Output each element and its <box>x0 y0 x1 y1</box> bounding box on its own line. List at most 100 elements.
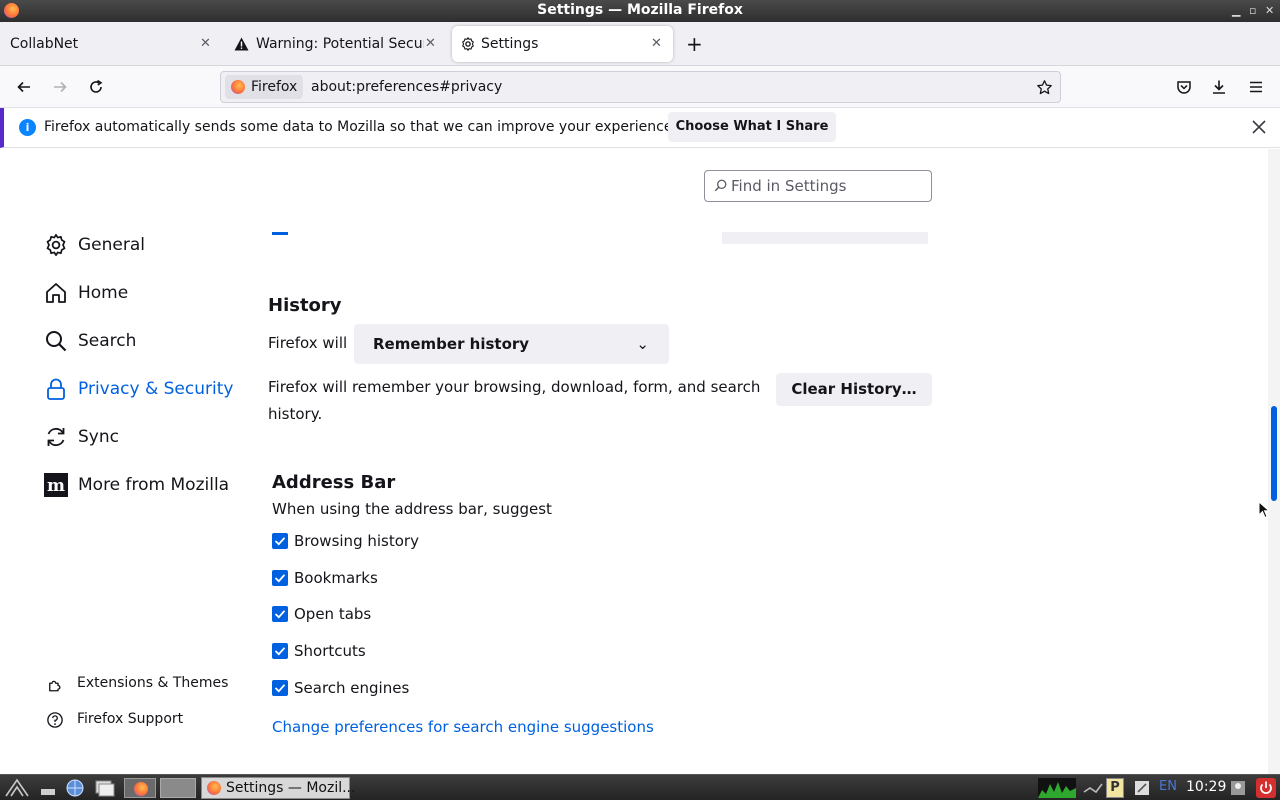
identity-box[interactable]: Firefox <box>225 75 304 99</box>
notes-icon[interactable] <box>1132 778 1152 798</box>
firefox-will-label: Firefox will <box>268 334 348 352</box>
notification-message: Firefox automatically sends some data to… <box>44 119 677 135</box>
system-taskbar: Settings — Mozil... P EN 10:29 <box>0 774 1280 800</box>
power-icon[interactable] <box>1256 778 1276 798</box>
menu-icon[interactable] <box>1244 75 1268 99</box>
search-placeholder: Find in Settings <box>731 177 847 195</box>
close-window-icon[interactable]: ✕ <box>1265 0 1274 21</box>
firefox-logo-icon <box>231 80 245 94</box>
close-icon[interactable] <box>1248 116 1270 138</box>
maximize-icon[interactable]: ▫ <box>1249 0 1256 21</box>
gear-icon <box>46 233 66 257</box>
sidebar-item-label: General <box>78 235 145 255</box>
notification-bar: i Firefox automatically sends some data … <box>0 108 1280 148</box>
divider <box>272 232 288 235</box>
window-titlebar: Settings — Mozilla Firefox ▁ ▫ ✕ <box>0 0 1280 22</box>
history-description: Firefox will remember your browsing, dow… <box>268 378 761 423</box>
firefox-logo-icon <box>134 782 148 796</box>
search-icon <box>714 179 727 192</box>
identity-label: Firefox <box>251 79 298 95</box>
search-icon <box>46 331 67 352</box>
taskbar-firefox-launcher[interactable] <box>124 778 156 798</box>
address-bar-subtitle: When using the address bar, suggest <box>272 500 552 518</box>
search-suggestions-link[interactable]: Change preferences for search engine sug… <box>272 718 654 736</box>
taskbar-workspace[interactable] <box>160 778 196 798</box>
sidebar-item-label: More from Mozilla <box>78 475 230 495</box>
pocket-icon[interactable] <box>1172 75 1196 99</box>
taskbar-window-item[interactable]: Settings — Mozil... <box>201 777 355 799</box>
tab-label: Warning: Potential Securi <box>256 36 424 52</box>
forward-icon[interactable] <box>48 75 72 99</box>
content-scrollbar[interactable] <box>1268 149 1280 774</box>
network-icon[interactable] <box>1080 778 1106 798</box>
reload-icon[interactable] <box>84 75 108 99</box>
gear-icon <box>462 37 474 51</box>
checkbox-checked-icon <box>272 606 288 622</box>
new-tab-icon[interactable]: + <box>686 32 703 56</box>
downloads-icon[interactable] <box>1207 75 1231 99</box>
checkbox-label: Browsing history <box>294 532 419 550</box>
history-mode-select[interactable]: Remember history ⌄ <box>354 324 669 364</box>
url-bar[interactable]: Firefox about:preferences#privacy <box>220 71 1061 103</box>
choose-what-i-share-button[interactable]: Choose What I Share <box>668 112 836 142</box>
divider <box>722 232 928 244</box>
home-icon <box>46 283 66 303</box>
checkbox-label: Shortcuts <box>294 642 366 660</box>
tab-label: CollabNet <box>10 36 79 52</box>
find-in-settings-input[interactable]: Find in Settings <box>704 170 932 202</box>
checkbox-label: Search engines <box>294 679 410 697</box>
cpu-monitor-icon <box>1038 778 1076 798</box>
tab-collabnet[interactable]: CollabNet ✕ <box>0 22 224 66</box>
window-title: Settings — Mozilla Firefox <box>537 2 743 18</box>
firefox-logo-icon <box>4 3 19 18</box>
close-tab-icon[interactable]: ✕ <box>651 26 662 62</box>
puzzle-icon <box>49 680 61 692</box>
close-tab-icon[interactable]: ✕ <box>200 22 211 66</box>
checkbox-checked-icon <box>272 533 288 549</box>
sidebar-item-label: Sync <box>78 427 119 447</box>
taskbar-window-label: Settings — Mozil... <box>226 780 356 796</box>
tab-warning[interactable]: Warning: Potential Securi ✕ <box>225 22 449 66</box>
globe-icon[interactable] <box>64 778 86 798</box>
mouse-cursor-icon <box>1258 501 1270 519</box>
lock-icon <box>47 378 65 400</box>
file-manager-icon[interactable] <box>94 778 116 798</box>
keyboard-layout-indicator[interactable]: EN <box>1159 775 1177 799</box>
navigation-toolbar: Firefox about:preferences#privacy <box>0 66 1280 108</box>
svg-text:m: m <box>47 476 65 496</box>
user-icon[interactable] <box>1228 778 1248 798</box>
sidebar-item-label: Home <box>78 283 129 303</box>
url-text[interactable]: about:preferences#privacy <box>311 72 502 102</box>
show-desktop-icon[interactable] <box>38 778 58 798</box>
footer-label: Extensions & Themes <box>77 675 229 691</box>
clock[interactable]: 10:29 <box>1186 775 1226 799</box>
bookmark-star-icon[interactable] <box>1036 79 1053 96</box>
preferences-content: Find in Settings General Home Search Pri… <box>0 149 1268 774</box>
checkbox-label: Open tabs <box>294 605 372 623</box>
close-tab-icon[interactable]: ✕ <box>425 22 436 66</box>
back-icon[interactable] <box>12 75 36 99</box>
scrollbar-thumb[interactable] <box>1271 406 1277 501</box>
help-icon <box>47 712 63 728</box>
footer-label: Firefox Support <box>77 711 184 727</box>
sidebar-item-label: Privacy & Security <box>78 379 234 399</box>
clear-history-button[interactable]: Clear History… <box>776 373 932 406</box>
checkbox-label: Bookmarks <box>294 569 378 587</box>
warning-icon <box>234 37 249 51</box>
start-menu-icon[interactable] <box>4 778 30 798</box>
sidebar-item-label: Search <box>78 331 137 351</box>
history-mode-value: Remember history <box>373 335 530 353</box>
mozilla-icon: m <box>44 473 68 497</box>
firefox-logo-icon <box>207 781 221 795</box>
parcellite-icon[interactable]: P <box>1106 778 1124 798</box>
checkbox-checked-icon <box>272 570 288 586</box>
info-icon: i <box>19 119 36 136</box>
checkbox-checked-icon <box>272 680 288 696</box>
checkbox-checked-icon <box>272 643 288 659</box>
chevron-down-icon: ⌄ <box>636 335 649 353</box>
minimize-icon[interactable]: ▁ <box>1232 0 1240 21</box>
tab-label: Settings <box>481 36 539 52</box>
sync-icon <box>47 427 65 447</box>
tab-settings[interactable]: Settings ✕ <box>452 26 673 62</box>
address-bar-heading: Address Bar <box>272 472 396 493</box>
